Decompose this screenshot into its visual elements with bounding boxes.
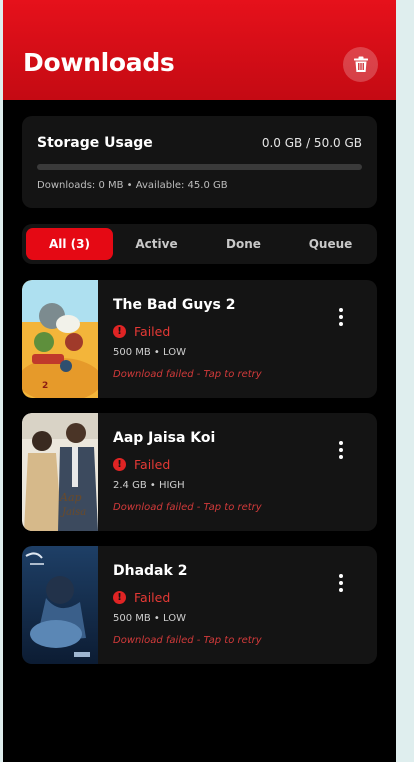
status-row: ! Failed xyxy=(113,590,170,605)
poster-image: 2 xyxy=(22,280,98,398)
download-item[interactable]: Dhadak 2 ! Failed 500 MB • LOW Download … xyxy=(22,546,377,664)
storage-value: 0.0 GB / 50.0 GB xyxy=(261,136,362,150)
retry-message[interactable]: Download failed - Tap to retry xyxy=(113,369,262,380)
more-options-button[interactable] xyxy=(327,439,355,461)
svg-text:Jaisa: Jaisa xyxy=(60,507,86,518)
item-title: Dhadak 2 xyxy=(113,563,188,579)
poster-image xyxy=(22,546,98,664)
more-options-button[interactable] xyxy=(327,572,355,594)
item-title: The Bad Guys 2 xyxy=(113,297,236,313)
item-meta: 500 MB • LOW xyxy=(113,613,186,624)
status-failed: Failed xyxy=(134,457,171,472)
alert-icon: ! xyxy=(113,458,126,471)
tab-done[interactable]: Done xyxy=(200,228,287,260)
status-row: ! Failed xyxy=(113,324,170,339)
tab-queue[interactable]: Queue xyxy=(287,228,374,260)
clear-downloads-button[interactable] xyxy=(343,47,378,82)
svg-text:2: 2 xyxy=(42,381,48,391)
retry-message[interactable]: Download failed - Tap to retry xyxy=(113,502,262,513)
download-item[interactable]: 2 The Bad Guys 2 ! Failed 500 MB • LOW D… xyxy=(22,280,377,398)
tab-active[interactable]: Active xyxy=(113,228,200,260)
alert-icon: ! xyxy=(113,591,126,604)
download-item[interactable]: Aap Jaisa Aap Jaisa Koi ! Failed 2.4 GB … xyxy=(22,413,377,531)
status-row: ! Failed xyxy=(113,457,170,472)
status-failed: Failed xyxy=(134,590,171,605)
header: Downloads xyxy=(3,0,396,100)
item-title: Aap Jaisa Koi xyxy=(113,430,216,446)
app-screen: Downloads Storage Usage 0.0 GB / 50.0 GB… xyxy=(3,0,396,762)
retry-message[interactable]: Download failed - Tap to retry xyxy=(113,635,262,646)
poster-image: Aap Jaisa xyxy=(22,413,98,531)
status-failed: Failed xyxy=(134,324,171,339)
svg-text:Aap: Aap xyxy=(59,491,82,504)
trash-icon xyxy=(353,56,368,72)
page-title: Downloads xyxy=(23,48,175,77)
filter-tabs: All (3) Active Done Queue xyxy=(22,224,377,264)
item-meta: 2.4 GB • HIGH xyxy=(113,480,185,491)
more-options-button[interactable] xyxy=(327,306,355,328)
tab-all[interactable]: All (3) xyxy=(26,228,113,260)
storage-progress-bar xyxy=(37,164,362,170)
storage-title: Storage Usage xyxy=(37,135,153,151)
storage-meta: Downloads: 0 MB • Available: 45.0 GB xyxy=(37,180,228,191)
alert-icon: ! xyxy=(113,325,126,338)
storage-card: Storage Usage 0.0 GB / 50.0 GB Downloads… xyxy=(22,116,377,208)
item-meta: 500 MB • LOW xyxy=(113,347,186,358)
